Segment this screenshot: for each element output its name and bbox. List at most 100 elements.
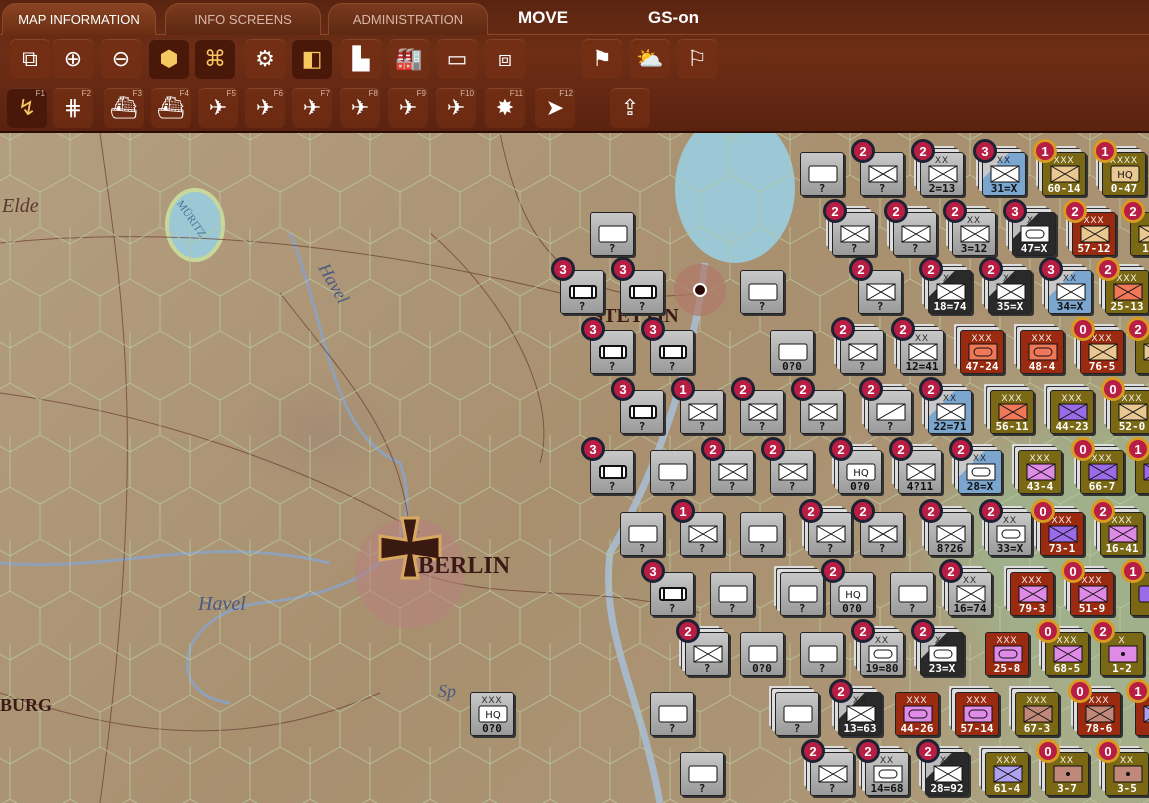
unit-counter[interactable]: XXX 73-1 0 [1031, 499, 1084, 556]
air-transfer-button[interactable]: ✈ F6 [245, 88, 285, 128]
naval-button[interactable]: ⛴ F4 [151, 88, 191, 128]
next-button[interactable]: ➤ F12 [535, 88, 575, 128]
unit-counter[interactable]: XXX 48-4 [1020, 330, 1064, 374]
unit-counter[interactable]: XX 19=80 2 [851, 619, 904, 676]
unit-counter[interactable]: XX 33=X 2 [979, 499, 1032, 556]
air-strike-button[interactable]: ✈ F10 [436, 88, 476, 128]
unit-counter[interactable]: X 1-2 2 [1091, 619, 1144, 676]
unit-counter[interactable]: 4?11 2 [889, 437, 942, 494]
flag-button[interactable]: ⚐ [677, 39, 717, 79]
unit-counter[interactable]: 21 [1121, 559, 1149, 616]
unit-counter[interactable]: XX 34=X 3 [1039, 257, 1092, 314]
unit-counter[interactable]: HQ 0?0 2 [829, 437, 882, 494]
unit-counter[interactable]: XXX 78-6 0 [1068, 679, 1121, 736]
unit-counter[interactable]: ? 2 [791, 377, 844, 434]
unit-counter[interactable]: XX 35=X 2 [979, 257, 1032, 314]
unit-counter[interactable]: ? 2 [831, 317, 884, 374]
supply-button[interactable]: ⌘ [195, 39, 235, 79]
unit-counter[interactable]: 0?0 [740, 632, 784, 676]
upload-button[interactable]: ⇪ [610, 88, 650, 128]
map-view[interactable]: Elde MÜRITZ Havel STETTIN BERLIN Havel S… [0, 133, 1149, 803]
unit-counter[interactable]: XXX 43-4 [1018, 450, 1062, 494]
unit-counter[interactable]: 8?26 2 [919, 499, 972, 556]
unit-counter[interactable]: ? 3 [641, 317, 694, 374]
unit-counter[interactable]: ? 2 [799, 499, 852, 556]
unit-counter[interactable]: ? 3 [641, 559, 694, 616]
move-button[interactable]: ↯ F1 [7, 88, 47, 128]
unit-counter[interactable]: ? 2 [761, 437, 814, 494]
unit-counter[interactable]: XXX 68-5 0 [1036, 619, 1089, 676]
unit-counter[interactable]: 29 1 [1126, 679, 1149, 736]
unit-counter[interactable]: XX 18=74 2 [919, 257, 972, 314]
zoom-in-button[interactable]: ⊕ [53, 39, 93, 79]
unit-counter[interactable]: ? 1 [671, 499, 724, 556]
unit-counter[interactable]: 48 1 [1126, 437, 1149, 494]
unit-counter[interactable]: ? [775, 692, 819, 736]
unit-counter[interactable]: XXX 60-14 1 [1033, 139, 1086, 196]
unit-counter[interactable]: ? 2 [676, 619, 729, 676]
unit-counter[interactable]: XX 3-5 0 [1096, 739, 1149, 796]
unit-counter[interactable]: XX 13=63 2 [829, 679, 882, 736]
unit-counter[interactable]: ? 2 [859, 377, 912, 434]
unit-counter[interactable]: 16- 2 [1121, 199, 1149, 256]
unit-counter[interactable]: XX 23=X 2 [911, 619, 964, 676]
unit-counter[interactable]: XXX 57-12 2 [1063, 199, 1116, 256]
unit-counter[interactable]: ? [890, 572, 934, 616]
unit-counter[interactable]: XXX 44-23 [1050, 390, 1094, 434]
paradrop-button[interactable]: ✈ F9 [388, 88, 428, 128]
bombing-button[interactable]: ✈ F8 [340, 88, 380, 128]
unit-counter[interactable]: XX 3=12 2 [943, 199, 996, 256]
weather-button[interactable]: ⛅ [630, 39, 670, 79]
unit-counter[interactable]: ? 2 [801, 739, 854, 796]
unit-counter[interactable]: XX 31=X 3 [973, 139, 1026, 196]
unit-counter[interactable]: XXX 61-4 [985, 752, 1029, 796]
naval-transport-button[interactable]: ⛴ F3 [104, 88, 144, 128]
unit-counter[interactable]: XX 16=74 2 [939, 559, 992, 616]
unit-counter[interactable]: ? [650, 692, 694, 736]
unit-counter[interactable]: XX 22=71 2 [919, 377, 972, 434]
unit-counter[interactable]: ? [740, 512, 784, 556]
unit-counter[interactable]: 32 [1126, 317, 1149, 374]
unit-counter[interactable]: ? [800, 632, 844, 676]
unit-counter[interactable]: ? 2 [823, 199, 876, 256]
unit-counter[interactable]: XXX 52-0 0 [1101, 377, 1149, 434]
tab-map-information[interactable]: MAP INFORMATION [2, 3, 156, 35]
unit-counter[interactable]: 0?0 [770, 330, 814, 374]
windows-button[interactable]: ⧉ [10, 39, 50, 79]
unit-counter[interactable]: XXX 44-26 [895, 692, 939, 736]
unit-counter[interactable]: XXXX HQ 0-47 1 [1093, 139, 1146, 196]
unit-counter[interactable]: XX 47=X 3 [1003, 199, 1056, 256]
unit-counter[interactable]: ? 1 [671, 377, 724, 434]
unit-counter[interactable]: XX 12=41 2 [891, 317, 944, 374]
zoom-out-button[interactable]: ⊖ [101, 39, 141, 79]
unit-counter[interactable]: ? [650, 450, 694, 494]
unit-counter[interactable]: HQ 0?0 2 [821, 559, 874, 616]
unit-counter[interactable]: ? 2 [849, 257, 902, 314]
unit-counter[interactable]: ? 2 [731, 377, 784, 434]
unit-counter[interactable]: ? 2 [851, 139, 904, 196]
overlay-settings-button[interactable]: ⧈ [485, 39, 525, 79]
unit-counter[interactable]: ? 3 [551, 257, 604, 314]
unit-overlay-button[interactable]: ◧ [292, 39, 332, 79]
flag-exit-button[interactable]: ⚑ [582, 39, 622, 79]
unit-counter[interactable]: XXX 56-11 [990, 390, 1034, 434]
tab-info-screens[interactable]: INFO SCREENS [165, 3, 321, 35]
hex-grid-button[interactable]: ⬢ [149, 39, 189, 79]
unit-counter[interactable]: ? [590, 212, 634, 256]
factory-button[interactable]: 🏭 [389, 39, 429, 79]
tab-administration[interactable]: ADMINISTRATION [328, 3, 488, 35]
unit-counter[interactable]: ? [710, 572, 754, 616]
unit-counter[interactable]: ? 2 [884, 199, 937, 256]
unit-counter[interactable]: XXX 57-14 [955, 692, 999, 736]
unit-counter[interactable]: ? 3 [581, 437, 634, 494]
air-attack-button[interactable]: ✈ F7 [292, 88, 332, 128]
unit-counter[interactable]: XXX 47-24 [960, 330, 1004, 374]
unit-counter[interactable]: ? 3 [611, 377, 664, 434]
unit-counter[interactable]: ? [680, 752, 724, 796]
air-recon-button[interactable]: ✈ F5 [198, 88, 238, 128]
unit-counter[interactable]: ? [800, 152, 844, 196]
rail-button[interactable]: ⋕ F2 [53, 88, 93, 128]
unit-counter[interactable]: XXX 51-9 0 [1061, 559, 1114, 616]
unit-counter[interactable]: XX 28=X 2 [949, 437, 1002, 494]
attack-button[interactable]: ✸ F11 [485, 88, 525, 128]
